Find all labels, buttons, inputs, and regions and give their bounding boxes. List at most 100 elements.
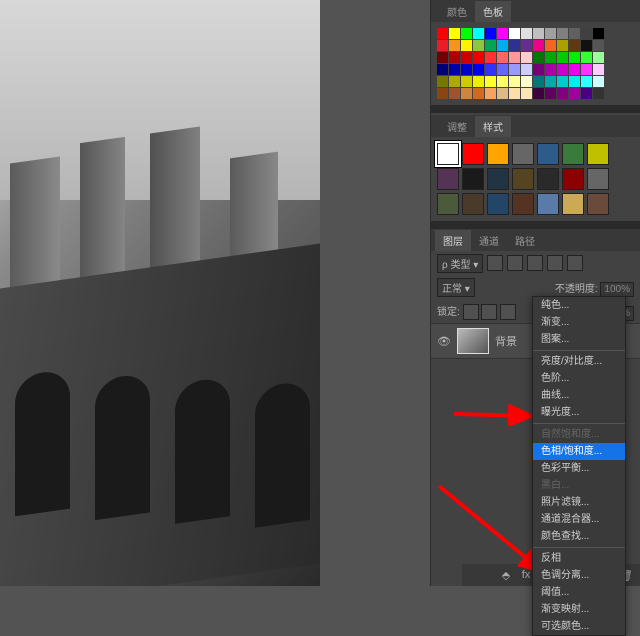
swatch[interactable]: [449, 64, 460, 75]
menu-item[interactable]: 图案...: [533, 331, 625, 348]
filter-type-icon[interactable]: [527, 255, 543, 271]
swatch[interactable]: [545, 88, 556, 99]
swatch[interactable]: [473, 76, 484, 87]
swatch[interactable]: [533, 28, 544, 39]
opacity-input[interactable]: 100%: [600, 282, 634, 297]
swatch[interactable]: [449, 40, 460, 51]
menu-item[interactable]: 曝光度...: [533, 404, 625, 421]
visibility-icon[interactable]: 👁: [437, 334, 451, 348]
swatch[interactable]: [485, 64, 496, 75]
style-swatch[interactable]: [462, 193, 484, 215]
menu-item[interactable]: 色调分离...: [533, 567, 625, 584]
swatch[interactable]: [545, 76, 556, 87]
swatch[interactable]: [569, 88, 580, 99]
swatch[interactable]: [485, 88, 496, 99]
swatch[interactable]: [581, 64, 592, 75]
lock-all-icon[interactable]: [500, 304, 516, 320]
swatch[interactable]: [497, 88, 508, 99]
swatch[interactable]: [461, 52, 472, 63]
swatch[interactable]: [485, 52, 496, 63]
style-swatch[interactable]: [512, 193, 534, 215]
swatch[interactable]: [545, 40, 556, 51]
tab-layers[interactable]: 图层: [435, 230, 471, 251]
swatch[interactable]: [545, 64, 556, 75]
swatch[interactable]: [449, 28, 460, 39]
swatch[interactable]: [557, 40, 568, 51]
menu-item[interactable]: 渐变...: [533, 314, 625, 331]
layer-thumbnail[interactable]: [457, 328, 489, 354]
menu-item[interactable]: 反相: [533, 550, 625, 567]
swatch[interactable]: [521, 40, 532, 51]
swatch[interactable]: [437, 28, 448, 39]
swatch[interactable]: [473, 64, 484, 75]
lock-pixels-icon[interactable]: [481, 304, 497, 320]
swatch[interactable]: [461, 28, 472, 39]
style-swatch[interactable]: [512, 143, 534, 165]
swatch[interactable]: [509, 88, 520, 99]
swatch[interactable]: [533, 52, 544, 63]
menu-item[interactable]: 曲线...: [533, 387, 625, 404]
swatch[interactable]: [437, 76, 448, 87]
tab-paths[interactable]: 路径: [507, 230, 543, 251]
swatch[interactable]: [533, 40, 544, 51]
swatch[interactable]: [437, 52, 448, 63]
swatch[interactable]: [461, 40, 472, 51]
swatch[interactable]: [473, 52, 484, 63]
style-swatch[interactable]: [512, 168, 534, 190]
swatch[interactable]: [449, 52, 460, 63]
style-swatch[interactable]: [562, 193, 584, 215]
style-swatch[interactable]: [537, 143, 559, 165]
swatch[interactable]: [509, 76, 520, 87]
swatch[interactable]: [521, 28, 532, 39]
style-swatch[interactable]: [587, 193, 609, 215]
swatch[interactable]: [569, 28, 580, 39]
swatch[interactable]: [581, 76, 592, 87]
swatch[interactable]: [521, 88, 532, 99]
filter-adjust-icon[interactable]: [507, 255, 523, 271]
filter-smart-icon[interactable]: [567, 255, 583, 271]
document-canvas[interactable]: [0, 0, 320, 586]
style-swatch[interactable]: [487, 168, 509, 190]
swatch[interactable]: [509, 52, 520, 63]
swatch[interactable]: [581, 88, 592, 99]
swatch[interactable]: [437, 88, 448, 99]
swatch[interactable]: [593, 52, 604, 63]
kind-select[interactable]: ρ 类型 ▾: [437, 254, 483, 273]
swatch[interactable]: [509, 64, 520, 75]
swatch[interactable]: [497, 52, 508, 63]
swatch[interactable]: [557, 52, 568, 63]
swatch[interactable]: [485, 40, 496, 51]
swatch[interactable]: [461, 76, 472, 87]
tab-styles[interactable]: 样式: [475, 116, 511, 137]
swatch[interactable]: [437, 64, 448, 75]
swatch[interactable]: [473, 28, 484, 39]
style-swatch[interactable]: [437, 168, 459, 190]
swatch[interactable]: [473, 40, 484, 51]
menu-item[interactable]: 阈值...: [533, 584, 625, 601]
blend-mode-select[interactable]: 正常 ▾: [437, 278, 475, 297]
swatch[interactable]: [545, 52, 556, 63]
swatch[interactable]: [521, 52, 532, 63]
style-swatch[interactable]: [437, 193, 459, 215]
swatch[interactable]: [461, 64, 472, 75]
swatch[interactable]: [509, 40, 520, 51]
swatch[interactable]: [509, 28, 520, 39]
swatch[interactable]: [557, 28, 568, 39]
swatch[interactable]: [557, 64, 568, 75]
swatch[interactable]: [569, 52, 580, 63]
style-swatch[interactable]: [537, 168, 559, 190]
style-swatch[interactable]: [562, 168, 584, 190]
tab-color[interactable]: 颜色: [439, 1, 475, 22]
swatch[interactable]: [581, 28, 592, 39]
swatch[interactable]: [437, 40, 448, 51]
style-swatch[interactable]: [587, 168, 609, 190]
swatch[interactable]: [497, 64, 508, 75]
swatch[interactable]: [533, 76, 544, 87]
menu-item[interactable]: 通道混合器...: [533, 511, 625, 528]
swatch[interactable]: [593, 40, 604, 51]
swatch[interactable]: [593, 64, 604, 75]
tab-adjustments[interactable]: 调整: [439, 116, 475, 137]
swatch[interactable]: [461, 88, 472, 99]
swatch[interactable]: [449, 88, 460, 99]
style-swatch[interactable]: [462, 168, 484, 190]
